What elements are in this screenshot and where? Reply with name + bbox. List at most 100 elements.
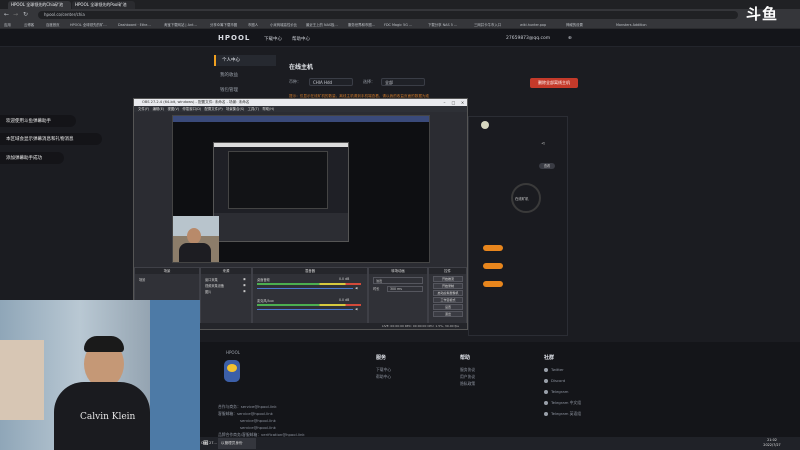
footer-logo: HPOOL — [226, 350, 240, 355]
social-link-twitter[interactable]: Twitter — [544, 367, 564, 372]
mixer-track-name: 桌面音频 — [257, 278, 270, 282]
telegram-icon — [544, 390, 548, 394]
orange-button[interactable] — [483, 245, 503, 251]
source-item[interactable]: 视频采集设备 — [205, 283, 224, 288]
mute-icon[interactable]: ◀ — [355, 307, 357, 311]
settings-button[interactable]: 设置 — [433, 304, 463, 310]
obs-menu-view[interactable]: 视图(V) — [167, 107, 179, 111]
footer-link[interactable]: 帮助中心 — [376, 374, 391, 380]
obs-menu-tools[interactable]: 工具(T) — [248, 107, 260, 111]
bookmark-item[interactable]: wiki.hunter.pop — [520, 22, 546, 28]
obs-menu-edit[interactable]: 编辑(E) — [153, 107, 165, 111]
shelf — [0, 340, 44, 420]
menu-item-personal-center[interactable]: 个人中心 — [214, 55, 276, 66]
source-item[interactable]: 图片 — [205, 289, 211, 294]
streamer-webcam: Calvin Klein — [0, 300, 200, 450]
minimize-icon[interactable]: – — [440, 99, 449, 106]
eye-icon[interactable]: ◉ — [243, 283, 246, 287]
social-link-telegram-cn[interactable]: Telegram 中文组 — [544, 400, 581, 406]
shirt-logo: Calvin Klein — [80, 412, 136, 422]
social-link-discord[interactable]: Discord — [544, 378, 565, 383]
delete-offline-button[interactable]: 删除全部离线主机 — [530, 78, 578, 88]
footer-link[interactable]: 服务协议 — [460, 367, 475, 373]
bookmark-item[interactable]: 应用 — [4, 22, 11, 28]
close-icon[interactable]: × — [458, 99, 467, 106]
ring-label: 在线矿机 — [515, 197, 529, 201]
obs-menu-bar: 文件(F) 编辑(E) 视图(V) 停靠窗口(D) 配置文件(P) 场景集合(S… — [134, 106, 467, 112]
browser-tab-bar: HPOOL 全球领先的Chia矿池 HPOOL 全球领先的Pool矿池 — [0, 0, 800, 9]
bookmark-item[interactable]: Monsters Addition — [616, 22, 647, 28]
bookmark-item[interactable]: 神威的设置 — [566, 22, 583, 28]
obs-menu-docks[interactable]: 停靠窗口(D) — [182, 107, 201, 111]
source-item[interactable]: 窗口采集 — [205, 277, 218, 282]
bookmark-item[interactable]: 分享众筹下载币圈 — [210, 22, 237, 28]
obs-window: OBS 27.2.4 (64-bit, windows) - 配置文件: 未命名… — [133, 98, 468, 330]
obs-preview[interactable] — [172, 115, 430, 263]
nav-help-center[interactable]: 帮助中心 — [292, 36, 310, 42]
nav-download-center[interactable]: 下载中心 — [264, 36, 282, 42]
coin-select[interactable]: CHIA Hdd — [309, 78, 353, 86]
obs-menu-help[interactable]: 帮助(H) — [262, 107, 274, 111]
bookmark-item[interactable]: 三网并卡牛市入口 — [474, 22, 501, 28]
system-clock[interactable]: 21:02 2022/7/27 — [752, 438, 792, 449]
obs-menu-file[interactable]: 文件(F) — [138, 107, 149, 111]
transition-select[interactable]: 淡出 — [373, 277, 423, 284]
bookmark-item[interactable]: 小米商城高性价比 — [270, 22, 297, 28]
user-email[interactable]: 27659873@qq.com — [506, 36, 550, 41]
volume-slider[interactable] — [257, 288, 353, 289]
bookmark-item[interactable]: 百度首页 — [46, 22, 60, 28]
back-icon[interactable]: ← — [4, 11, 9, 18]
bookmark-item[interactable]: 下载分享 NAS 5 … — [428, 22, 457, 28]
browser-tab[interactable]: HPOOL 全球领先的Chia矿池 — [8, 1, 71, 9]
eye-icon[interactable]: ◉ — [243, 289, 246, 293]
bookmark-item[interactable]: 云博客 — [24, 22, 34, 28]
eye-icon[interactable]: ◉ — [243, 277, 246, 281]
bookmark-item[interactable]: FDC Magic 5G … — [384, 22, 412, 28]
share-icon[interactable]: ⋖ — [541, 141, 545, 147]
status-select[interactable]: 全部 — [381, 78, 425, 86]
obs-menu-profile[interactable]: 配置文件(P) — [204, 107, 222, 111]
reload-icon[interactable]: ↻ — [23, 11, 28, 18]
start-streaming-button[interactable]: 开始推流 — [433, 276, 463, 282]
footer-heading-help: 帮助 — [460, 355, 471, 361]
bookmark-item[interactable]: HPOOL 全球领先的矿… — [70, 22, 107, 28]
virtual-camera-button[interactable]: 启动虚拟摄像机 — [433, 290, 463, 296]
dock-header: 混音器 — [253, 268, 367, 274]
bookmark-item[interactable]: Dashboard · Ethe… — [118, 22, 151, 28]
maximize-icon[interactable]: □ — [449, 99, 458, 106]
duration-field[interactable]: 300 ms — [387, 286, 423, 292]
exit-button[interactable]: 退出 — [433, 311, 463, 317]
audio-meter — [257, 304, 361, 306]
view-button[interactable]: 查看 — [539, 163, 555, 169]
orange-button[interactable] — [483, 281, 503, 287]
mute-icon[interactable]: ◀ — [355, 286, 357, 290]
menu-item-wallet[interactable]: 钱包管理 — [214, 85, 276, 96]
menu-item-my-earnings[interactable]: 我的收益 — [214, 70, 276, 81]
address-bar[interactable]: hpool.co/center/chia — [38, 11, 738, 19]
social-link-telegram[interactable]: Telegram — [544, 389, 568, 394]
site-logo[interactable]: HPOOL — [218, 34, 250, 42]
footer-link[interactable]: 下载中心 — [376, 367, 391, 373]
bookmark-item[interactable]: 最近王上的 NAS极… — [306, 22, 338, 28]
obs-menu-scene-collection[interactable]: 场景集合(S) — [226, 107, 244, 111]
footer-link[interactable]: 隐私政策 — [460, 381, 475, 387]
bookmark-item[interactable]: 淘宝下载网站 | Ant… — [164, 22, 197, 28]
globe-icon[interactable]: ⊕ — [568, 36, 572, 41]
bookmark-item[interactable]: 服务世界和币圈… — [348, 22, 375, 28]
nested-preview — [228, 151, 328, 209]
social-link-telegram-en[interactable]: Telegram 英语组 — [544, 411, 581, 417]
browser-tab[interactable]: HPOOL 全球领先的Pool矿池 — [72, 1, 135, 9]
chat-message: 添加弹幕助手成功 — [0, 152, 64, 164]
studio-mode-button[interactable]: 工作室模式 — [433, 297, 463, 303]
volume-slider[interactable] — [257, 309, 353, 310]
orange-button[interactable] — [483, 263, 503, 269]
taskbar-item[interactable]: 以管理员身份 — [218, 438, 256, 449]
curtain — [150, 300, 200, 450]
scene-item[interactable]: 场景 — [139, 277, 145, 282]
taskbar-item[interactable]: OBS 27… — [201, 438, 217, 449]
forward-icon[interactable]: → — [13, 11, 18, 18]
face — [187, 228, 201, 244]
footer-link[interactable]: 用户协议 — [460, 374, 475, 380]
start-recording-button[interactable]: 开始录制 — [433, 283, 463, 289]
bookmark-item[interactable]: 币圈人 — [248, 22, 258, 28]
